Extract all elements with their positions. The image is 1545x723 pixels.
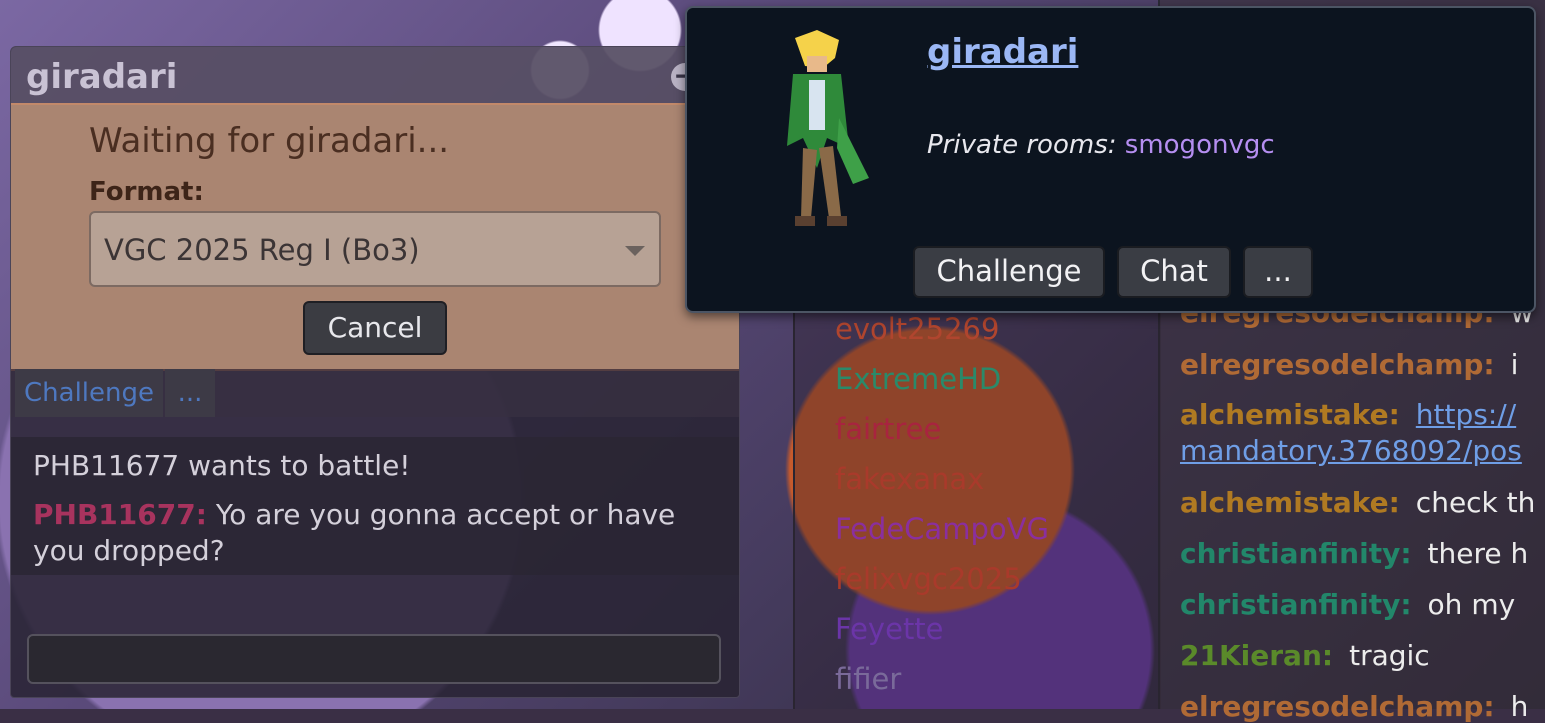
chat-link[interactable]: https:// — [1416, 398, 1516, 431]
private-rooms: Private rooms: smogonvgc — [927, 130, 1275, 160]
chat-message: alchemistake: check th — [1180, 486, 1535, 519]
chat-link[interactable]: mandatory.3768092/pos — [1180, 434, 1522, 467]
message-author[interactable]: elregresodelchamp: — [1180, 690, 1495, 723]
format-value: VGC 2025 Reg I (Bo3) — [104, 233, 420, 267]
message-author[interactable]: alchemistake: — [1180, 486, 1400, 519]
message-author[interactable]: christianfinity: — [1180, 588, 1412, 621]
user-entry[interactable]: FedeCampoVG — [835, 512, 1049, 546]
user-profile-popup: giradari Private rooms: smogonvgc Challe… — [685, 6, 1536, 313]
pm-chat-log: PHB11677 wants to battle! PHB11677: Yo a… — [11, 437, 739, 575]
challenge-tab-button[interactable]: Challenge — [15, 369, 163, 417]
user-entry[interactable]: fairtree — [835, 412, 941, 446]
challenge-waiting-panel: Waiting for giradari... Format: VGC 2025… — [11, 103, 739, 371]
trainer-avatar — [787, 30, 869, 226]
user-entry[interactable]: fifier — [835, 662, 901, 696]
challenge-button[interactable]: Challenge — [913, 246, 1105, 298]
format-label: Format: — [89, 177, 204, 207]
user-entry[interactable]: Feyette — [835, 612, 944, 646]
message-text: h — [1510, 690, 1529, 723]
window-title: giradari — [26, 57, 178, 97]
chat-message: alchemistake: https:// — [1180, 398, 1516, 431]
window-titlebar[interactable]: giradari − — [11, 47, 739, 103]
chat-message: 21Kieran: tragic — [1180, 639, 1430, 672]
chat-message: christianfinity: there h — [1180, 537, 1528, 570]
message-text: tragic — [1349, 639, 1430, 672]
profile-username[interactable]: giradari — [927, 32, 1078, 72]
window-tabs: Challenge ... — [11, 369, 739, 417]
system-message: PHB11677 wants to battle! — [33, 449, 411, 482]
user-entry[interactable]: ExtremeHD — [835, 362, 1001, 396]
chevron-down-icon — [625, 246, 645, 256]
message-author[interactable]: alchemistake: — [1180, 398, 1400, 431]
user-entry[interactable]: felixvgc2025 — [835, 562, 1022, 596]
message-text: check th — [1415, 486, 1536, 519]
private-rooms-label: Private rooms: — [927, 130, 1117, 160]
format-select[interactable]: VGC 2025 Reg I (Bo3) — [89, 211, 661, 287]
chat-link-continuation: mandatory.3768092/pos — [1180, 434, 1522, 467]
chat-button[interactable]: Chat — [1117, 246, 1231, 298]
message-text: there h — [1427, 537, 1529, 570]
chat-message: PHB11677: Yo are you gonna accept or hav… — [33, 497, 713, 569]
room-link[interactable]: smogonvgc — [1125, 130, 1275, 160]
chat-message: elregresodelchamp: h — [1180, 690, 1528, 723]
more-options-button[interactable]: ... — [1243, 246, 1313, 298]
message-text: i — [1510, 348, 1519, 381]
user-entry[interactable]: evolt25269 — [835, 312, 999, 346]
message-author[interactable]: christianfinity: — [1180, 537, 1412, 570]
message-author[interactable]: elregresodelchamp: — [1180, 348, 1495, 381]
pm-message-input[interactable] — [27, 634, 721, 684]
message-text: oh my — [1427, 588, 1516, 621]
user-entry[interactable]: fakexanax — [835, 462, 984, 496]
waiting-text: Waiting for giradari... — [89, 121, 450, 161]
user-list: evolt25269 ExtremeHD fairtree fakexanax … — [793, 300, 1161, 709]
more-options-button[interactable]: ... — [165, 369, 215, 417]
message-author[interactable]: PHB11677: — [33, 498, 207, 531]
chat-message: christianfinity: oh my — [1180, 588, 1515, 621]
chat-message: elregresodelchamp: i — [1180, 348, 1518, 381]
cancel-button[interactable]: Cancel — [303, 301, 447, 355]
challenge-window: giradari − Waiting for giradari... Forma… — [10, 46, 740, 698]
message-author[interactable]: 21Kieran: — [1180, 639, 1333, 672]
